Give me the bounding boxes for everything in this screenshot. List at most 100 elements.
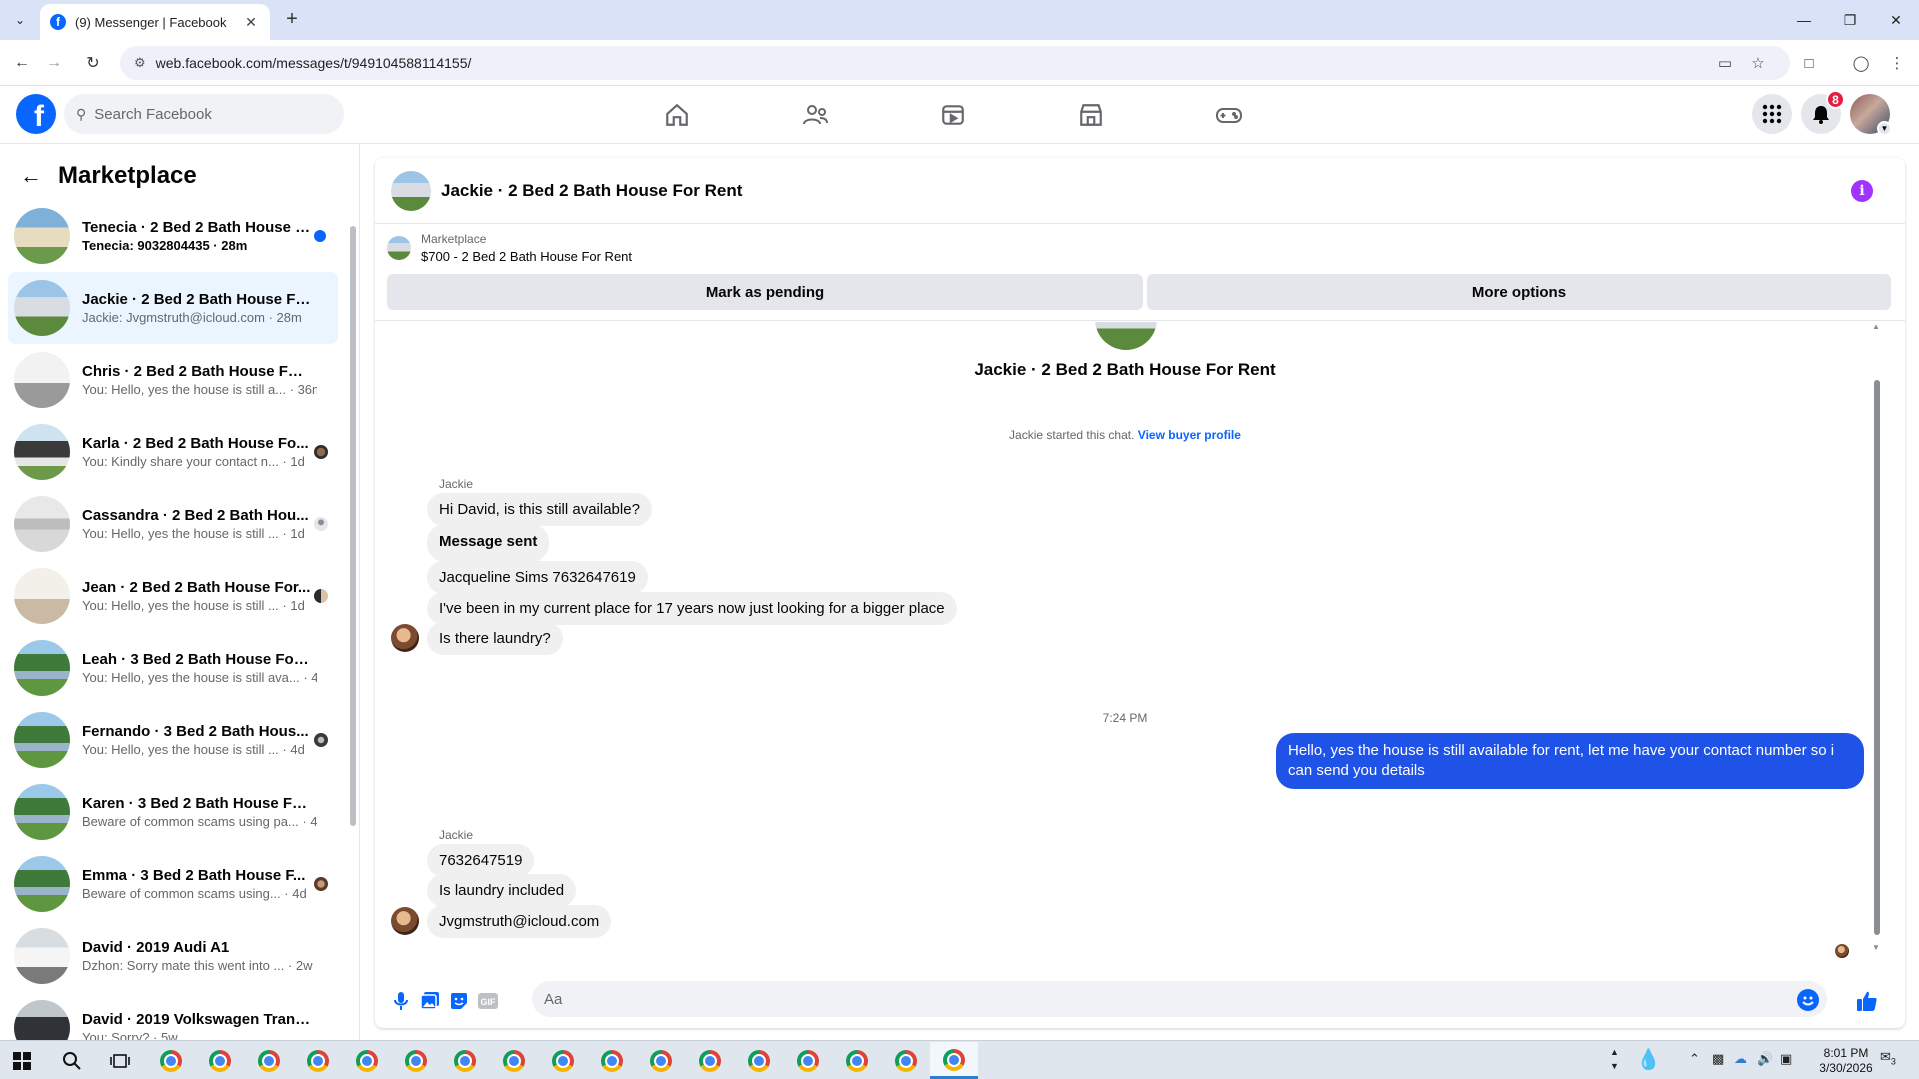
conversation-item-karen[interactable]: Karen · 3 Bed 2 Bath House For ... Bewar… <box>8 776 338 848</box>
chrome-taskbar-icon[interactable] <box>892 1047 920 1075</box>
scroll-down-arrow-icon[interactable]: ▼ <box>1872 943 1880 952</box>
taskbar-scroll-icon[interactable]: ▲ ▼ <box>1610 1045 1619 1073</box>
windows-start-icon[interactable] <box>8 1047 36 1075</box>
chrome-taskbar-icon[interactable] <box>255 1047 283 1075</box>
conversation-item-emma[interactable]: Emma · 3 Bed 2 Bath House F... Beware of… <box>8 848 338 920</box>
tab-search-chevron-icon[interactable]: ⌄ <box>8 8 32 32</box>
notifications-bell-icon[interactable]: 8 <box>1801 90 1845 134</box>
chrome-taskbar-icon[interactable] <box>500 1047 528 1075</box>
chrome-taskbar-icon[interactable] <box>843 1047 871 1075</box>
notification-center-icon[interactable]: ✉3 <box>1880 1049 1896 1067</box>
site-info-icon[interactable]: ⚙ <box>134 55 146 71</box>
chrome-menu-icon[interactable]: ⋮ <box>1887 54 1907 74</box>
active-taskbar-item[interactable] <box>930 1042 978 1079</box>
microphone-icon[interactable] <box>389 989 413 1013</box>
view-buyer-profile-link[interactable]: View buyer profile <box>1138 428 1241 442</box>
conversation-item-david-vw[interactable]: David · 2019 Volkswagen Transp... You: S… <box>8 992 338 1040</box>
network-icon[interactable]: ▣ <box>1780 1051 1792 1067</box>
marketplace-icon[interactable] <box>1071 98 1111 132</box>
facebook-search[interactable]: ⚲ <box>64 94 344 134</box>
video-icon[interactable] <box>933 98 973 132</box>
sender-avatar[interactable] <box>391 624 419 652</box>
chrome-taskbar-icon[interactable] <box>696 1047 724 1075</box>
thumbs-up-icon[interactable] <box>1855 989 1879 1013</box>
incoming-message[interactable]: I've been in my current place for 17 yea… <box>427 592 957 625</box>
facebook-search-input[interactable] <box>94 105 315 123</box>
message-thread-scrollbar[interactable]: ▲ ▼ <box>1872 322 1882 952</box>
taskbar-search-icon[interactable] <box>58 1047 86 1075</box>
conversation-item-tenecia[interactable]: Tenecia · 2 Bed 2 Bath House F... Teneci… <box>8 200 338 272</box>
incoming-message[interactable]: Is laundry included <box>427 874 577 907</box>
chrome-taskbar-icon[interactable] <box>157 1047 185 1075</box>
chrome-taskbar-icon[interactable] <box>745 1047 773 1075</box>
minimize-icon[interactable]: — <box>1781 0 1827 40</box>
scrollbar-thumb[interactable] <box>1874 380 1880 935</box>
new-tab-plus-icon[interactable]: + <box>280 8 304 32</box>
chrome-taskbar-icon[interactable] <box>402 1047 430 1075</box>
conversation-item-jean[interactable]: Jean · 2 Bed 2 Bath House For... You: He… <box>8 560 338 632</box>
incoming-message[interactable]: Hi David, is this still available? <box>427 493 652 526</box>
mark-as-pending-button[interactable]: Mark as pending <box>387 274 1143 310</box>
back-arrow-icon[interactable]: ← <box>9 50 35 76</box>
reload-icon[interactable]: ↻ <box>80 50 106 76</box>
more-options-button[interactable]: More options <box>1147 274 1891 310</box>
emoji-icon[interactable] <box>1797 989 1819 1011</box>
install-app-icon[interactable]: ▭ <box>1715 54 1735 74</box>
listing-summary[interactable]: Marketplace $700 - 2 Bed 2 Bath House Fo… <box>387 232 632 264</box>
chrome-taskbar-icon[interactable] <box>549 1047 577 1075</box>
chat-listing-thumbnail[interactable] <box>391 170 431 211</box>
volume-icon[interactable]: 🔊 <box>1757 1051 1773 1067</box>
browser-tab-messenger[interactable]: f (9) Messenger | Facebook ✕ <box>40 4 270 40</box>
address-bar[interactable]: ⚙ web.facebook.com/messages/t/9491045881… <box>120 46 1790 80</box>
menu-grid-icon[interactable] <box>1752 94 1792 134</box>
scroll-up-arrow-icon[interactable]: ▲ <box>1872 322 1880 331</box>
chrome-taskbar-icon[interactable] <box>353 1047 381 1075</box>
chrome-taskbar-icon[interactable] <box>451 1047 479 1075</box>
sender-avatar[interactable] <box>391 907 419 935</box>
home-icon[interactable] <box>657 98 697 132</box>
conversation-item-david-audi[interactable]: David · 2019 Audi A1 Dzhon: Sorry mate t… <box>8 920 338 992</box>
account-avatar[interactable]: ▼ <box>1850 94 1892 136</box>
incoming-message[interactable]: Jacqueline Sims 7632647619 <box>427 561 648 594</box>
scrollbar-thumb[interactable] <box>350 226 356 826</box>
conversation-list-scrollbar[interactable] <box>349 204 357 1034</box>
gaming-icon[interactable] <box>1209 98 1249 132</box>
incoming-message[interactable]: Jvgmstruth@icloud.com <box>427 905 612 938</box>
weather-drop-icon[interactable]: 💧 <box>1636 1047 1661 1072</box>
tray-overflow-chevron-icon[interactable]: ⌃ <box>1689 1051 1700 1067</box>
outgoing-message[interactable]: Hello, yes the house is still available … <box>1276 733 1864 789</box>
chrome-taskbar-icon[interactable] <box>598 1047 626 1075</box>
chrome-taskbar-icon[interactable] <box>647 1047 675 1075</box>
incoming-message[interactable]: 7632647519 <box>427 844 535 877</box>
photo-attach-icon[interactable] <box>418 989 442 1013</box>
chat-title[interactable]: Jackie · 2 Bed 2 Bath House For Rent <box>441 181 742 201</box>
meet-icon[interactable]: ▩ <box>1712 1051 1724 1067</box>
incoming-message[interactable]: Is there laundry? <box>427 622 563 655</box>
task-view-icon[interactable] <box>106 1047 134 1075</box>
restore-icon[interactable]: ❐ <box>1827 0 1873 40</box>
profile-icon[interactable]: ◯ <box>1851 54 1871 74</box>
conversation-item-cassandra[interactable]: Cassandra · 2 Bed 2 Bath Hou... You: Hel… <box>8 488 338 560</box>
conversation-item-karla[interactable]: Karla · 2 Bed 2 Bath House Fo... You: Ki… <box>8 416 338 488</box>
chrome-taskbar-icon[interactable] <box>794 1047 822 1075</box>
forward-arrow-icon[interactable]: → <box>41 50 67 76</box>
taskbar-clock[interactable]: 8:01 PM 3/30/2026 <box>1810 1046 1882 1076</box>
message-input[interactable] <box>532 981 1827 1017</box>
chrome-taskbar-icon[interactable] <box>206 1047 234 1075</box>
conversation-item-fernando[interactable]: Fernando · 3 Bed 2 Bath Hous... You: Hel… <box>8 704 338 776</box>
conversation-item-leah[interactable]: Leah · 3 Bed 2 Bath House For R... You: … <box>8 632 338 704</box>
info-icon[interactable]: i <box>1851 180 1873 202</box>
bookmark-star-icon[interactable]: ☆ <box>1748 54 1768 74</box>
tab-close-icon[interactable]: ✕ <box>242 14 260 31</box>
window-close-icon[interactable]: ✕ <box>1873 0 1919 40</box>
incoming-message[interactable]: Message sent <box>427 524 550 562</box>
back-arrow-icon[interactable]: ← <box>20 163 42 189</box>
conversation-item-chris[interactable]: Chris · 2 Bed 2 Bath House For R... You:… <box>8 344 338 416</box>
extensions-puzzle-icon[interactable]: □ <box>1799 54 1819 74</box>
gif-icon[interactable]: GIF <box>476 989 500 1013</box>
friends-icon[interactable] <box>795 98 835 132</box>
conversation-item-jackie[interactable]: Jackie · 2 Bed 2 Bath House For ... Jack… <box>8 272 338 344</box>
facebook-logo-icon[interactable]: f <box>16 94 56 134</box>
sticker-icon[interactable] <box>447 989 471 1013</box>
chrome-taskbar-icon[interactable] <box>304 1047 332 1075</box>
